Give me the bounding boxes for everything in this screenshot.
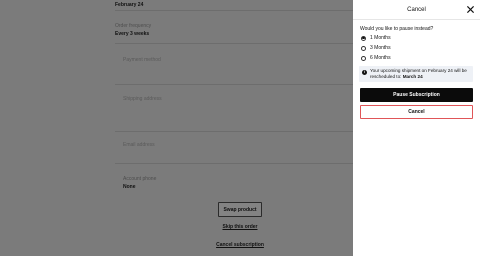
delivery-date-value: February 24 [115,2,144,8]
pause-question: Would you like to pause instead? [360,26,434,32]
panel-title: Cancel [407,6,426,13]
cancel-button[interactable]: Cancel [360,105,473,119]
radio-option-3-months[interactable]: 3 Months [361,45,391,51]
cancel-panel: Cancel Would you like to pause instead? … [353,0,480,256]
payment-method-card: Payment method [115,55,353,85]
radio-unselected-icon[interactable] [361,45,366,51]
account-phone-label: Account phone [123,176,157,182]
shipping-address-card: Shipping address [115,94,353,132]
delivery-date-card: February 24 [115,0,353,11]
account-phone-value: None [123,184,136,190]
skip-order-link[interactable]: Skip this order [214,224,266,230]
background-page: February 24 Order frequency Every 3 week… [0,0,353,256]
radio-option-label: 6 Months [370,55,391,61]
panel-header: Cancel [353,0,480,20]
radio-selected-icon[interactable] [361,35,366,41]
email-address-card: Email address [115,140,353,164]
payment-method-label: Payment method [123,57,161,63]
order-frequency-value: Every 3 weeks [115,31,150,37]
order-frequency-card: Order frequency Every 3 weeks [115,20,353,44]
email-address-label: Email address [123,142,155,148]
info-icon: i [362,70,367,75]
reschedule-date: March 24 [402,73,423,79]
radio-option-6-months[interactable]: 6 Months [361,55,391,61]
radio-option-label: 1 Months [370,35,391,41]
pause-subscription-button[interactable]: Pause Subscription [360,88,473,102]
swap-product-button[interactable]: Swap product [218,202,262,217]
radio-option-1-month[interactable]: 1 Months [361,35,391,41]
close-icon[interactable] [465,4,475,14]
shipping-address-label: Shipping address [123,96,162,102]
order-frequency-label: Order frequency [115,23,152,29]
reschedule-info-box: i Your upcoming shipment on February 24 … [359,66,473,82]
radio-option-label: 3 Months [370,45,391,51]
radio-unselected-icon[interactable] [361,55,366,61]
cancel-subscription-link[interactable]: Cancel subscription [210,242,270,248]
account-phone-card: Account phone None [115,174,353,198]
